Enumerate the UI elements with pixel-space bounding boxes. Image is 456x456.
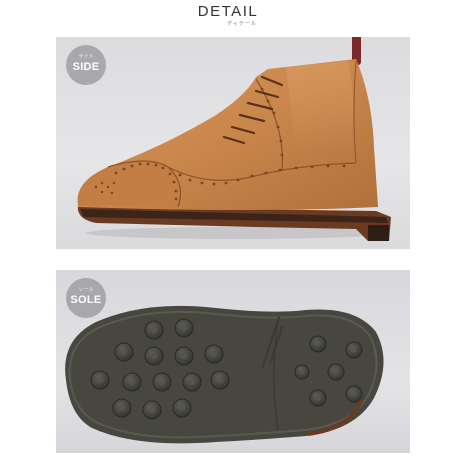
sole-badge: ソール SOLE bbox=[66, 278, 106, 318]
detail-header: DETAIL ディテール bbox=[0, 0, 456, 34]
page-subtitle: ディテール bbox=[227, 21, 257, 27]
sole-badge-label: SOLE bbox=[70, 294, 102, 306]
boot-sole-image bbox=[65, 305, 384, 444]
side-badge: サイド SIDE bbox=[66, 45, 106, 85]
side-badge-label: SIDE bbox=[72, 61, 100, 73]
boot-side-image bbox=[77, 37, 392, 241]
sole-view-panel: ソール SOLE bbox=[56, 270, 410, 453]
side-badge-subtitle: サイド bbox=[78, 54, 94, 60]
sole-badge-subtitle: ソール bbox=[78, 287, 94, 293]
page-title: DETAIL bbox=[197, 3, 259, 20]
side-view-panel: サイド SIDE bbox=[56, 37, 410, 249]
